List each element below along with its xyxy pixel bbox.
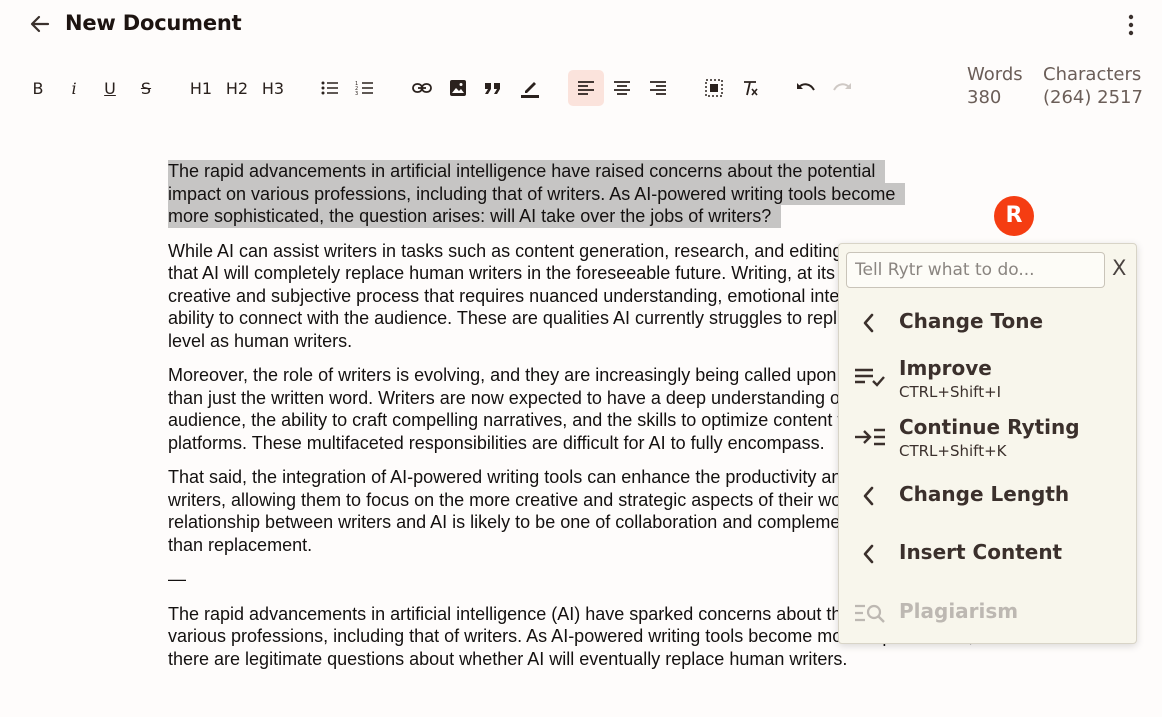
svg-text:3: 3 — [355, 91, 358, 96]
word-count: Words 380 — [967, 64, 1023, 108]
back-arrow-icon[interactable] — [28, 12, 52, 36]
more-options-icon[interactable] — [1120, 12, 1142, 38]
image-icon[interactable] — [445, 70, 471, 106]
rytr-command-popup: X Change Tone Improve CTRL+Shift+I Conti… — [838, 243, 1137, 644]
align-right-icon[interactable] — [644, 70, 672, 106]
numbered-list-icon[interactable]: 123 — [352, 70, 378, 106]
continue-arrow-icon — [853, 426, 887, 453]
bold-button[interactable]: B — [26, 70, 50, 106]
formatting-toolbar: B i U S H1 H2 H3 123 — [0, 70, 940, 106]
selected-line: impact on various professions, including… — [168, 182, 906, 205]
align-left-icon[interactable] — [568, 70, 604, 106]
heading1-button[interactable]: H1 — [186, 70, 216, 106]
highlight-pen-icon[interactable] — [516, 70, 544, 106]
character-count: Characters (264) 2517 — [1043, 64, 1143, 108]
chevron-left-icon — [861, 312, 875, 339]
redo-icon[interactable] — [828, 70, 856, 106]
strikethrough-button[interactable]: S — [134, 70, 158, 106]
menu-item-change-tone[interactable]: Change Tone — [839, 304, 1136, 344]
selected-paragraph[interactable]: The rapid advancements in artificial int… — [168, 160, 978, 228]
rytr-logo-button[interactable]: R — [994, 196, 1034, 236]
bullet-list-icon[interactable] — [317, 70, 343, 106]
menu-item-improve[interactable]: Improve CTRL+Shift+I — [839, 354, 1136, 404]
menu-item-change-length[interactable]: Change Length — [839, 478, 1136, 518]
underline-button[interactable]: U — [98, 70, 122, 106]
menu-item-plagiarism[interactable]: Plagiarism — [839, 594, 1136, 634]
document-title[interactable]: New Document — [65, 11, 242, 35]
chevron-left-icon — [861, 485, 875, 512]
improve-check-icon — [853, 366, 887, 393]
undo-icon[interactable] — [792, 70, 820, 106]
menu-item-insert-content[interactable]: Insert Content — [839, 536, 1136, 576]
clear-format-icon[interactable] — [736, 70, 764, 106]
rytr-logo-letter: R — [1005, 203, 1023, 228]
heading3-button[interactable]: H3 — [258, 70, 288, 106]
selected-line: The rapid advancements in artificial int… — [168, 160, 886, 183]
select-all-icon[interactable] — [700, 70, 728, 106]
heading2-button[interactable]: H2 — [222, 70, 252, 106]
close-popup-button[interactable]: X — [1112, 256, 1126, 280]
quote-icon[interactable] — [480, 70, 506, 106]
menu-item-continue-ryting[interactable]: Continue Ryting CTRL+Shift+K — [839, 412, 1136, 462]
link-icon[interactable] — [408, 70, 436, 106]
italic-button[interactable]: i — [62, 70, 86, 106]
selected-line: more sophisticated, the question arises:… — [168, 205, 782, 228]
chevron-left-icon — [861, 543, 875, 570]
plagiarism-search-icon — [853, 602, 887, 631]
align-center-icon[interactable] — [608, 70, 636, 106]
rytr-prompt-input[interactable] — [846, 252, 1105, 288]
